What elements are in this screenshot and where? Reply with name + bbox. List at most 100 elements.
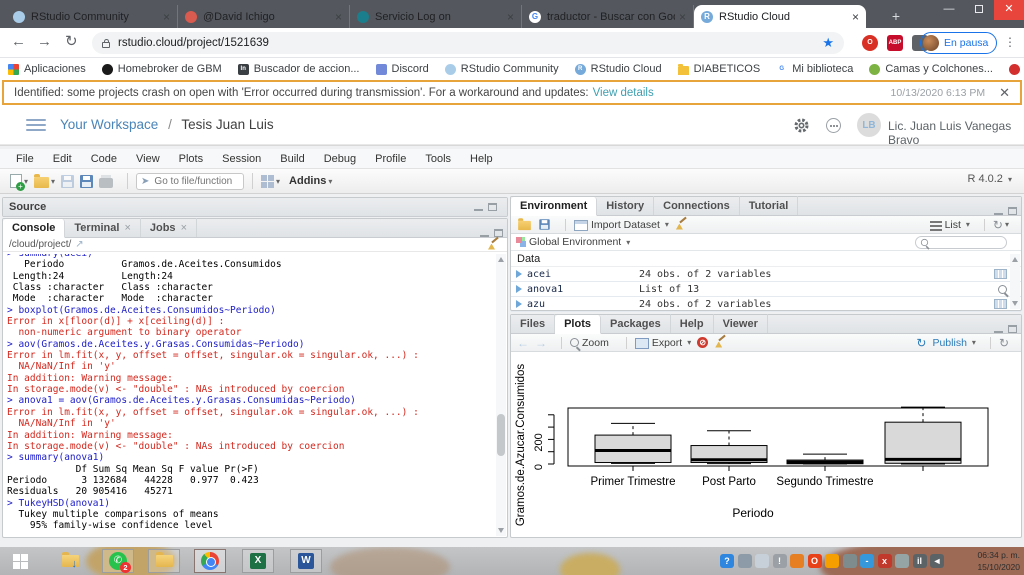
plot-forward-button[interactable]: →: [535, 336, 547, 350]
environment-object-row[interactable]: anova1 List of 13: [511, 282, 1021, 297]
save-button[interactable]: [61, 174, 75, 188]
pane-maximize-icon[interactable]: [494, 229, 503, 237]
teamviewer-icon[interactable]: -: [860, 554, 874, 568]
pane-maximize-icon[interactable]: [1008, 325, 1017, 333]
plot-remove-button[interactable]: ⊘: [697, 337, 709, 348]
console-tab-jobs[interactable]: Jobs ×: [141, 218, 197, 237]
browser-tab[interactable]: R RStudio Cloud ×: [694, 5, 866, 28]
environment-object-row[interactable]: azu 24 obs. of 2 variables: [511, 297, 1021, 312]
extension-icon-red[interactable]: O: [862, 35, 878, 51]
onedrive-icon[interactable]: [755, 554, 769, 568]
import-dataset-button[interactable]: Import Dataset ▾: [574, 218, 669, 231]
bookmark-item[interactable]: R RStudio Cloud: [574, 63, 662, 75]
goto-file-box[interactable]: ➤: [136, 172, 245, 190]
tab-connections[interactable]: Connections: [654, 196, 740, 215]
expand-arrow-icon[interactable]: [516, 285, 522, 293]
key-icon[interactable]: [737, 554, 752, 568]
address-bar[interactable]: rstudio.cloud/project/1521639 ★: [92, 32, 844, 54]
bookmark-item[interactable]: G Mi biblioteca: [776, 63, 853, 75]
environment-object-row[interactable]: acei 24 obs. of 2 variables: [511, 267, 1021, 282]
pane-restore-icon[interactable]: [474, 203, 483, 211]
plot-back-button[interactable]: ←: [517, 336, 529, 350]
gear-icon[interactable]: [793, 117, 810, 139]
expand-arrow-icon[interactable]: [516, 270, 522, 278]
pane-maximize-icon[interactable]: [488, 203, 497, 211]
banner-view-details-link[interactable]: View details: [593, 87, 654, 99]
help-icon[interactable]: ?: [720, 554, 734, 568]
bookmark-item[interactable]: Discord: [375, 63, 429, 75]
bookmark-item[interactable]: catalogo de produc...: [1008, 63, 1024, 75]
opera-icon[interactable]: O: [807, 554, 822, 568]
pane-minimize-icon[interactable]: [480, 229, 489, 237]
open-in-files-icon[interactable]: ↗: [75, 239, 83, 250]
new-file-button[interactable]: ▾: [10, 174, 28, 191]
tab-plots[interactable]: Plots: [555, 315, 601, 334]
bookmark-item[interactable]: DIABETICOS: [677, 63, 760, 75]
browser-tab[interactable]: RStudio Community ×: [6, 5, 178, 28]
tab-close-icon[interactable]: ×: [679, 10, 686, 24]
bookmark-item[interactable]: Homebroker de GBM: [101, 63, 222, 75]
back-button[interactable]: ←: [11, 28, 26, 56]
taskbar-word[interactable]: W: [290, 549, 322, 573]
tab-help[interactable]: Help: [671, 314, 714, 333]
print-button[interactable]: [99, 174, 114, 188]
view-table-icon[interactable]: [994, 269, 1007, 279]
tab-close-icon[interactable]: ×: [852, 10, 859, 24]
environment-search-box[interactable]: [915, 236, 1007, 249]
pane-minimize-icon[interactable]: [994, 207, 1003, 215]
hamburger-menu-icon[interactable]: [26, 119, 46, 134]
menu-code[interactable]: Code: [91, 153, 117, 165]
save-all-button[interactable]: [80, 174, 94, 188]
browser-tab[interactable]: Gtraductor - Buscar con Google ×: [522, 5, 694, 28]
notify-icon[interactable]: [825, 554, 839, 568]
tab-close-icon[interactable]: ×: [335, 10, 342, 24]
taskbar-clock[interactable]: 06:34 p. m. 15/10/2020: [977, 549, 1020, 573]
browser-tab[interactable]: @David Ichigo ×: [178, 5, 350, 28]
taskbar-folder[interactable]: [148, 549, 180, 573]
menu-profile[interactable]: Profile: [375, 153, 406, 165]
tab-tutorial[interactable]: Tutorial: [740, 196, 799, 215]
r-version-selector[interactable]: R 4.0.2 ▾: [967, 173, 1012, 185]
open-file-button[interactable]: ▾: [34, 173, 55, 188]
console-tab-terminal[interactable]: Terminal ×: [65, 218, 141, 237]
tab-viewer[interactable]: Viewer: [714, 314, 768, 333]
breadcrumb-workspace-link[interactable]: Your Workspace: [60, 117, 158, 132]
network-error-icon[interactable]: x: [877, 554, 892, 568]
menu-view[interactable]: View: [136, 153, 160, 165]
toolbox-icon[interactable]: [895, 554, 909, 568]
taskbar-chrome[interactable]: [194, 549, 226, 573]
env-save-button[interactable]: [538, 218, 551, 231]
expand-arrow-icon[interactable]: [516, 300, 522, 308]
menu-plots[interactable]: Plots: [179, 153, 203, 165]
pane-maximize-icon[interactable]: [1008, 207, 1017, 215]
env-clear-button[interactable]: [675, 218, 689, 232]
bookmark-item[interactable]: Aplicaciones: [8, 63, 86, 75]
taskbar-excel[interactable]: X: [242, 549, 274, 573]
view-table-icon[interactable]: [994, 299, 1007, 309]
menu-session[interactable]: Session: [222, 153, 261, 165]
environment-scrollbar[interactable]: [1010, 254, 1020, 309]
taskbar-whatsapp[interactable]: ✆ 2: [102, 549, 134, 573]
bookmark-star-icon[interactable]: ★: [822, 35, 834, 51]
compile-report-button[interactable]: ▾: [261, 174, 280, 188]
tab-packages[interactable]: Packages: [601, 314, 671, 333]
menu-tools[interactable]: Tools: [425, 153, 451, 165]
tab-close-icon[interactable]: ×: [507, 10, 514, 24]
adblock-icon[interactable]: ABP: [887, 35, 903, 51]
env-open-button[interactable]: [517, 218, 532, 231]
tab-close-icon[interactable]: ×: [181, 222, 187, 234]
inspect-icon[interactable]: [998, 284, 1007, 294]
new-tab-button[interactable]: +: [886, 8, 906, 24]
clear-console-icon[interactable]: [487, 238, 501, 252]
publish-button[interactable]: ↻ Publish ▾: [916, 336, 976, 350]
wifi-warning-icon[interactable]: !: [772, 554, 787, 568]
reload-button[interactable]: ↻: [65, 28, 78, 56]
menu-debug[interactable]: Debug: [324, 153, 356, 165]
bookmark-item[interactable]: In Buscador de accion...: [237, 63, 360, 75]
user-avatar[interactable]: LB: [857, 113, 881, 137]
profile-chip[interactable]: En pausa: [920, 32, 998, 54]
forward-button[interactable]: →: [37, 28, 52, 56]
window-maximize-button[interactable]: [964, 0, 994, 20]
tab-files[interactable]: Files: [511, 314, 556, 333]
menu-file[interactable]: File: [16, 153, 34, 165]
